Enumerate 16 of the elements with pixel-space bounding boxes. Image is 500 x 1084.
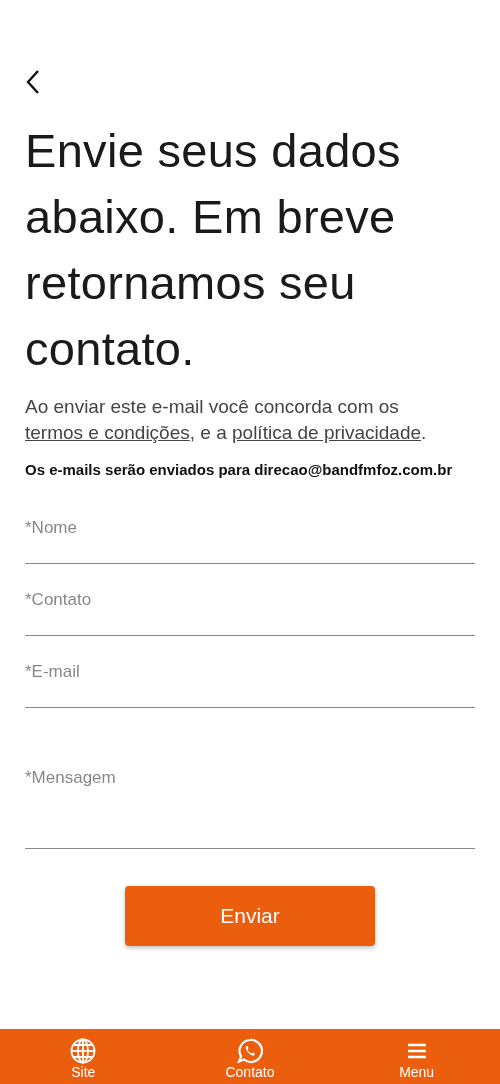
recipient-note: Os e-mails serão enviados para direcao@bandfmfoz.com.br — [25, 460, 454, 480]
input-field[interactable]: *Mensagem — [25, 708, 475, 849]
globe-icon — [70, 1038, 97, 1064]
input-field[interactable]: *E-mail — [25, 636, 475, 708]
nav-item[interactable]: Contato — [190, 1029, 310, 1080]
policy-link[interactable]: termos e condições — [25, 422, 190, 443]
submit-button[interactable]: Enviar — [125, 886, 375, 946]
nav-item[interactable]: Site — [23, 1029, 144, 1080]
back-icon — [25, 69, 41, 95]
page-title: Envie seus dados abaixo. Em breve retornamos seu contato. — [25, 123, 402, 377]
input-field[interactable]: *Contato — [25, 564, 475, 636]
nav-item[interactable]: Menu — [356, 1029, 477, 1080]
policy-link[interactable]: política de privacidade — [232, 422, 422, 443]
input-field[interactable]: *Nome — [25, 492, 475, 564]
chat-icon — [237, 1038, 263, 1064]
consent-text: Ao enviar este e-mail você concorda com os termos e condições, e a política de privacidade. — [25, 395, 428, 445]
